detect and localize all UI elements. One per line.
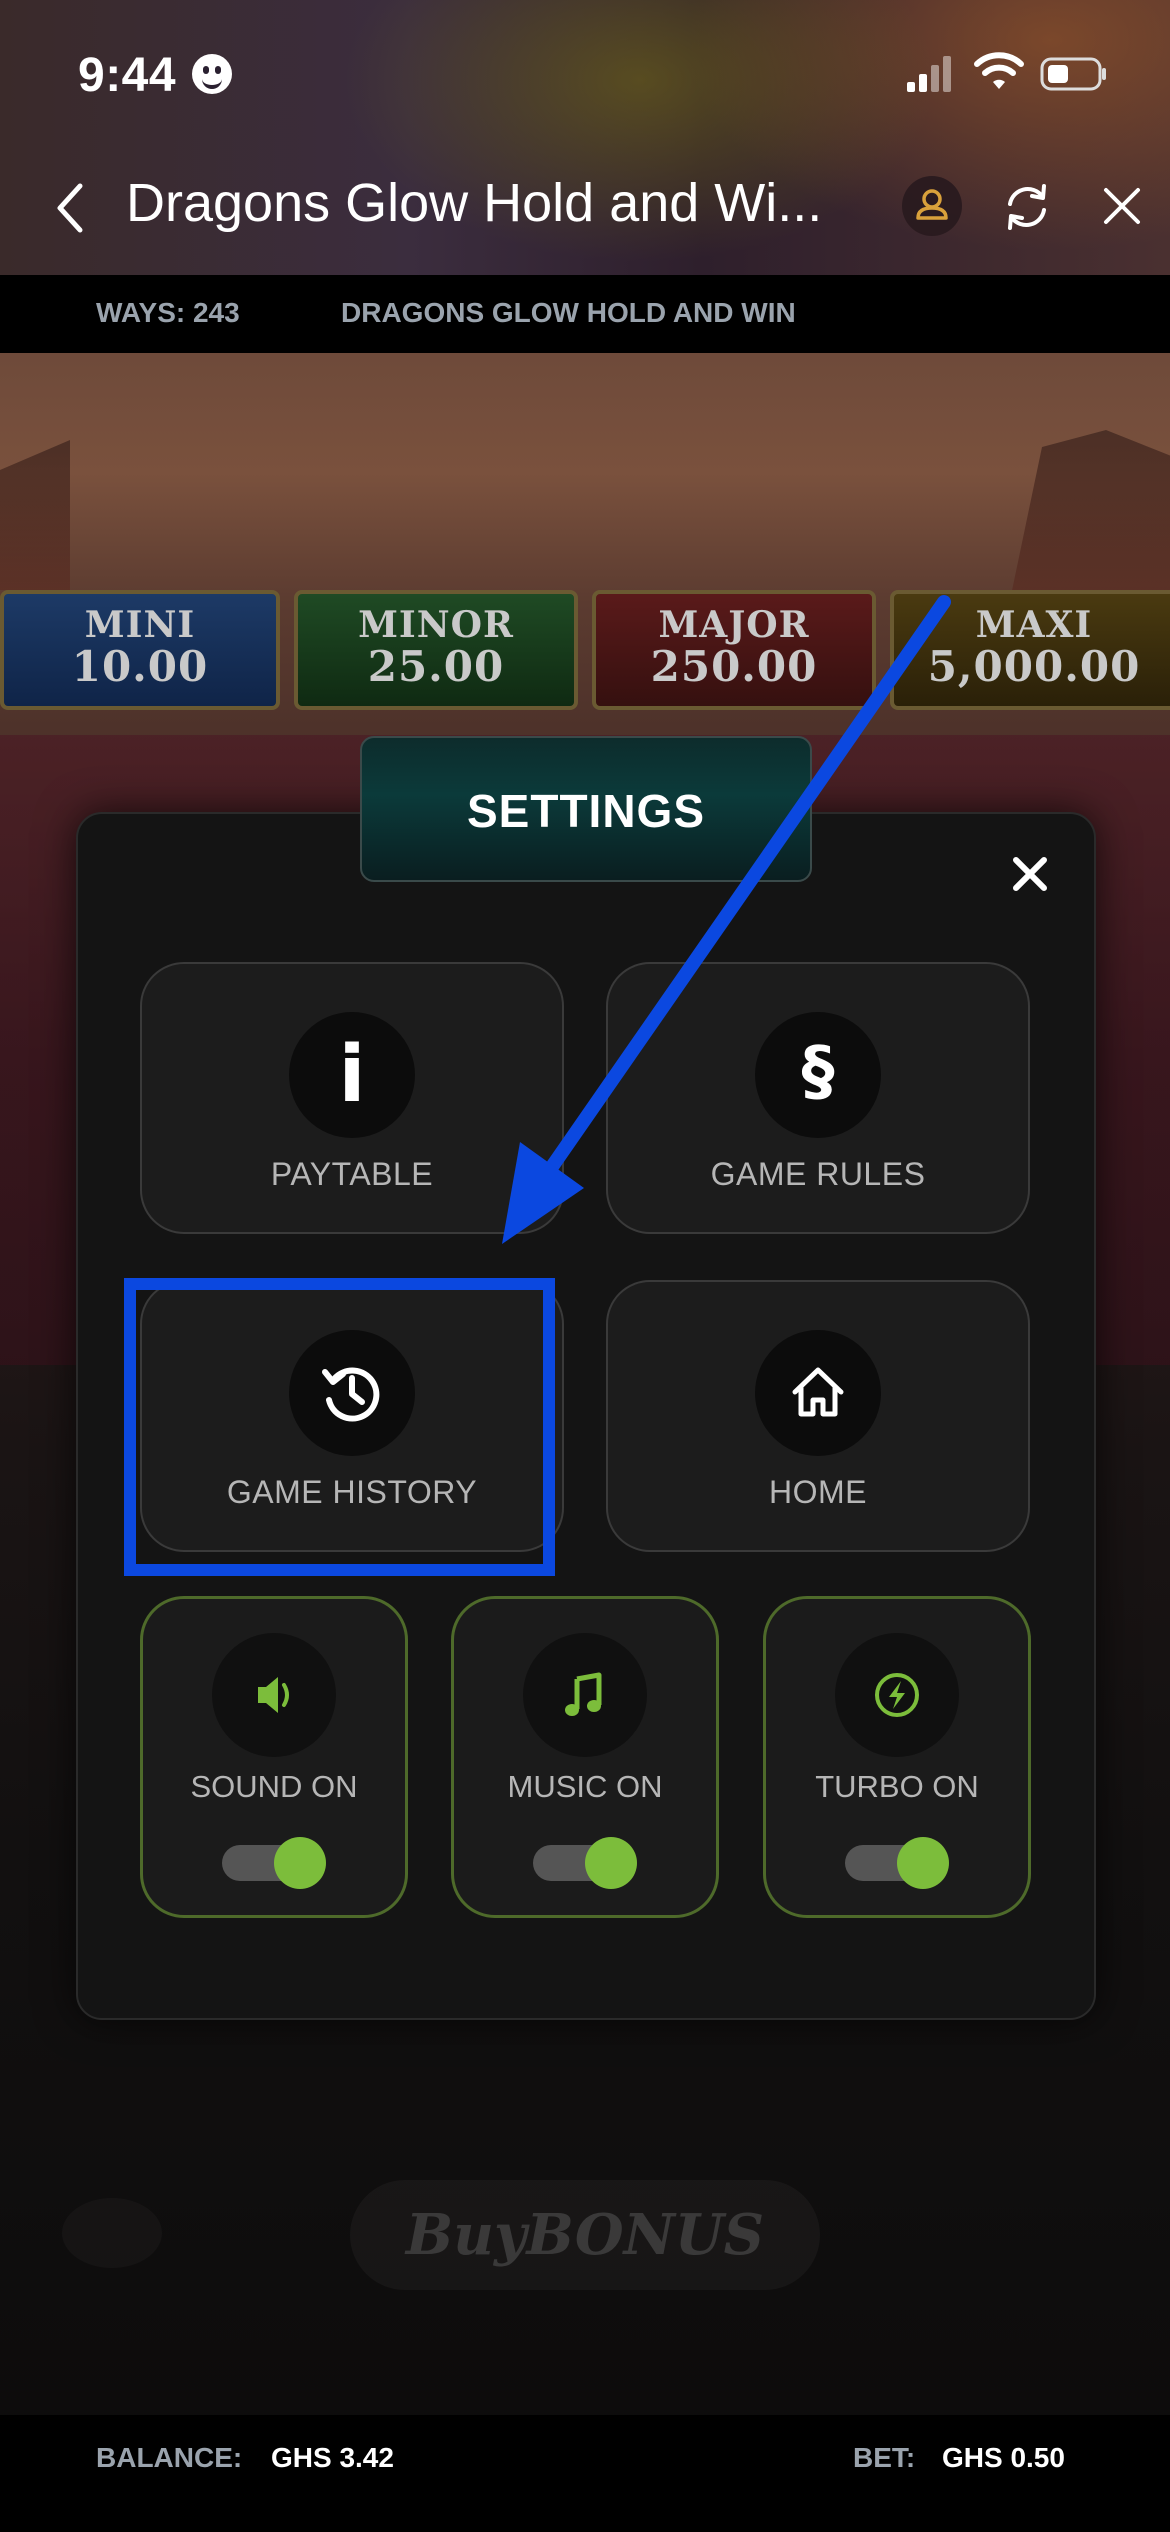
paytable-button[interactable]: i PAYTABLE [140, 962, 564, 1234]
jackpot-value: 5,000.00 [927, 642, 1141, 691]
section-sign-icon: § [755, 1012, 881, 1138]
turbo-label: TURBO ON [815, 1769, 979, 1804]
switch-knob [897, 1837, 949, 1889]
sound-label: SOUND ON [190, 1769, 358, 1804]
settings-header: SETTINGS [360, 736, 812, 882]
jackpot-minor: MINOR 25.00 [294, 590, 578, 710]
jackpot-value: 250.00 [650, 642, 818, 691]
paytable-label: PAYTABLE [270, 1156, 434, 1192]
jackpot-name: MINI [84, 604, 196, 646]
jackpot-name: MAXI [975, 604, 1093, 646]
turbo-toggle-tile[interactable]: TURBO ON [763, 1596, 1031, 1918]
jackpot-major: MAJOR 250.00 [592, 590, 876, 710]
game-rules-label: GAME RULES [710, 1156, 926, 1192]
balance-value: GHS 3.42 [271, 2442, 394, 2473]
ways-count: WAYS: 243 [96, 297, 240, 328]
bet-label: BET: [853, 2442, 916, 2473]
jackpot-value: 10.00 [71, 642, 209, 691]
reload-icon[interactable] [998, 178, 1056, 236]
jackpot-mini: MINI 10.00 [0, 590, 280, 710]
jackpot-value: 25.00 [367, 642, 505, 691]
bet-value: GHS 0.50 [942, 2442, 1065, 2473]
buy-bonus-button-dimmed: BuyBONUS [350, 2180, 820, 2290]
app-title: Dragons Glow Hold and Wi... [126, 173, 823, 233]
settings-close-icon[interactable] [1008, 852, 1052, 896]
status-time: 9:44 [78, 49, 177, 102]
sound-toggle-tile[interactable]: SOUND ON [140, 1596, 408, 1918]
jackpot-name: MAJOR [658, 604, 810, 646]
menu-button-dimmed [62, 2198, 162, 2268]
wifi-icon [974, 52, 1024, 89]
home-icon [755, 1330, 881, 1456]
game-rules-button[interactable]: § GAME RULES [606, 962, 1030, 1234]
jackpot-name: MINOR [358, 604, 514, 646]
switch-knob [585, 1837, 637, 1889]
music-switch[interactable] [533, 1837, 637, 1889]
music-note-icon [523, 1633, 647, 1757]
settings-title: SETTINGS [466, 785, 706, 837]
cellular-signal-icon [907, 56, 951, 92]
info-icon: i [289, 1012, 415, 1138]
game-name: DRAGONS GLOW HOLD AND WIN [341, 297, 796, 328]
back-chevron-icon[interactable] [50, 180, 94, 236]
lightning-icon [835, 1633, 959, 1757]
balance-label: BALANCE: [96, 2442, 243, 2473]
annotation-highlight-box [124, 1278, 555, 1576]
jackpot-maxi: MAXI 5,000.00 [890, 590, 1170, 710]
home-button[interactable]: HOME [606, 1280, 1030, 1552]
focus-smiley-icon [192, 54, 232, 94]
switch-knob [274, 1837, 326, 1889]
turbo-switch[interactable] [845, 1837, 949, 1889]
account-button[interactable] [902, 176, 962, 236]
battery-icon [1040, 57, 1106, 91]
close-icon[interactable] [1100, 184, 1144, 228]
sound-switch[interactable] [222, 1837, 326, 1889]
user-icon [916, 189, 948, 220]
speaker-icon [212, 1633, 336, 1757]
home-label: HOME [769, 1474, 867, 1510]
music-label: MUSIC ON [507, 1769, 663, 1804]
music-toggle-tile[interactable]: MUSIC ON [451, 1596, 719, 1918]
